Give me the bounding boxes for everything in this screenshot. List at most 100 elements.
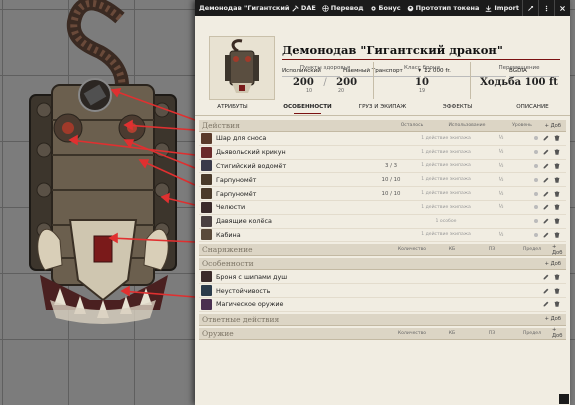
item-image[interactable] bbox=[201, 271, 212, 283]
edit-icon[interactable] bbox=[543, 288, 549, 294]
weapons-title: Оружие bbox=[202, 328, 234, 338]
hp-temp[interactable]: 10 bbox=[306, 89, 312, 94]
toggle-icon[interactable] bbox=[534, 136, 538, 141]
action-uses[interactable]: 3 / 3 bbox=[371, 163, 411, 169]
action-level: ½ bbox=[498, 204, 504, 211]
action-row[interactable]: Давящие колёса 1 особое bbox=[199, 215, 566, 229]
features-tab-content: Действия Осталось Использование Уровень … bbox=[199, 118, 566, 340]
item-image[interactable] bbox=[201, 285, 212, 297]
delete-icon[interactable] bbox=[554, 163, 560, 169]
item-image[interactable] bbox=[201, 201, 212, 213]
delete-icon[interactable] bbox=[554, 232, 560, 238]
more-button[interactable] bbox=[538, 0, 554, 16]
edit-icon[interactable] bbox=[543, 232, 549, 238]
edit-icon[interactable] bbox=[543, 274, 549, 280]
translate-button[interactable]: Перевод bbox=[319, 4, 367, 12]
action-name[interactable]: Гарпуномёт bbox=[212, 176, 371, 184]
action-name[interactable]: Давящие колёса bbox=[212, 217, 371, 225]
edit-icon[interactable] bbox=[543, 135, 549, 141]
action-row[interactable]: Гарпуномёт 10 / 10 1 действие экипажа ½ bbox=[199, 187, 566, 201]
action-row[interactable]: Дьявольский крикун 1 действие экипажа ½ bbox=[199, 146, 566, 160]
edit-icon[interactable] bbox=[543, 218, 549, 224]
action-name[interactable]: Челюсти bbox=[212, 203, 371, 211]
delete-icon[interactable] bbox=[554, 301, 560, 308]
actor-name[interactable]: Демонодав "Гигантский дракон" bbox=[282, 43, 503, 57]
add-reaction-button[interactable]: + Доб bbox=[545, 316, 566, 322]
item-image[interactable] bbox=[201, 174, 212, 186]
edit-icon[interactable] bbox=[543, 163, 549, 169]
toggle-icon[interactable] bbox=[534, 219, 538, 224]
add-equipment-button[interactable]: + Доб bbox=[552, 244, 567, 256]
feature-name[interactable]: Магическое оружие bbox=[212, 300, 466, 308]
delete-icon[interactable] bbox=[554, 190, 560, 197]
feature-row[interactable]: Неустойчивость bbox=[199, 284, 566, 298]
delete-icon[interactable] bbox=[554, 218, 560, 224]
ac-value[interactable]: 10 bbox=[374, 77, 470, 88]
action-row[interactable]: Кабина 1 действие экипажа ½ bbox=[199, 229, 566, 243]
item-image[interactable] bbox=[201, 132, 212, 144]
configure-button[interactable] bbox=[522, 0, 538, 16]
toggle-icon[interactable] bbox=[534, 150, 538, 155]
action-uses[interactable]: 10 / 10 bbox=[371, 177, 411, 183]
import-button[interactable]: Import bbox=[482, 4, 522, 12]
delete-icon[interactable] bbox=[554, 287, 560, 294]
edit-icon[interactable] bbox=[543, 177, 549, 183]
delete-icon[interactable] bbox=[554, 274, 560, 280]
add-weapon-button[interactable]: + Доб bbox=[552, 327, 567, 339]
feature-row[interactable]: Магическое оружие bbox=[199, 298, 566, 312]
edit-icon[interactable] bbox=[543, 204, 549, 210]
actor-portrait[interactable] bbox=[209, 36, 275, 100]
window-titlebar[interactable]: Демонодав "Гигантский дракон" DAE Перево… bbox=[195, 0, 570, 16]
toggle-icon[interactable] bbox=[534, 163, 538, 168]
edit-icon[interactable] bbox=[543, 149, 549, 155]
add-action-button[interactable]: + Доб bbox=[545, 123, 566, 129]
resize-handle[interactable] bbox=[559, 394, 569, 404]
delete-icon[interactable] bbox=[554, 204, 560, 211]
action-row[interactable]: Челюсти 1 действие экипажа ½ bbox=[199, 201, 566, 215]
item-image[interactable] bbox=[201, 229, 212, 241]
action-name[interactable]: Стигийский водомёт bbox=[212, 162, 371, 170]
toggle-icon[interactable] bbox=[534, 205, 538, 210]
toggle-icon[interactable] bbox=[534, 191, 538, 196]
action-level: ½ bbox=[498, 135, 504, 142]
action-uses[interactable]: 10 / 10 bbox=[371, 191, 411, 197]
item-image[interactable] bbox=[201, 146, 212, 158]
tab-effects[interactable]: ЭФФЕКТЫ bbox=[420, 101, 495, 115]
toggle-icon[interactable] bbox=[534, 232, 538, 237]
item-controls bbox=[534, 177, 566, 183]
tab-description[interactable]: ОПИСАНИЕ bbox=[495, 101, 570, 115]
action-row[interactable]: Стигийский водомёт 3 / 3 1 действие экипаж… bbox=[199, 160, 566, 174]
delete-icon[interactable] bbox=[554, 177, 560, 183]
hp-box: Пункты здоровья 200 / 200 10 20 bbox=[277, 62, 373, 99]
toggle-icon[interactable] bbox=[534, 177, 538, 182]
action-row[interactable]: Шар для сноса 1 действие экипажа ½ bbox=[199, 132, 566, 146]
item-image[interactable] bbox=[201, 188, 212, 200]
bonus-button[interactable]: Бонус bbox=[367, 4, 404, 12]
action-name[interactable]: Кабина bbox=[212, 231, 371, 239]
feature-row[interactable]: Броня с шипами душ bbox=[199, 270, 566, 285]
item-image[interactable] bbox=[201, 215, 212, 227]
movement-value[interactable]: Ходьба 100 ft bbox=[471, 77, 567, 88]
delete-icon[interactable] bbox=[554, 149, 560, 155]
add-feature-button[interactable]: + Доб bbox=[545, 261, 566, 267]
edit-icon[interactable] bbox=[543, 301, 549, 307]
token-button[interactable]: Прототип токена bbox=[404, 4, 483, 12]
edit-icon[interactable] bbox=[543, 191, 549, 197]
dae-button[interactable]: DAE bbox=[289, 4, 319, 12]
feature-name[interactable]: Неустойчивость bbox=[212, 287, 466, 295]
delete-icon[interactable] bbox=[554, 135, 560, 142]
tab-cargo-crew[interactable]: ГРУЗ И ЭКИПАЖ bbox=[345, 101, 420, 115]
action-name[interactable]: Гарпуномёт bbox=[212, 190, 371, 198]
hp-value[interactable]: 200 bbox=[293, 77, 314, 88]
close-button[interactable] bbox=[554, 0, 570, 16]
tab-features[interactable]: ОСОБЕННОСТИ bbox=[270, 101, 345, 115]
hp-max[interactable]: 200 bbox=[336, 77, 357, 88]
item-image[interactable] bbox=[201, 160, 212, 172]
action-name[interactable]: Дьявольский крикун bbox=[212, 148, 371, 156]
hp-tempmax[interactable]: 20 bbox=[338, 89, 344, 94]
action-name[interactable]: Шар для сноса bbox=[212, 134, 371, 142]
tab-attributes[interactable]: АТРИБУТЫ bbox=[195, 101, 270, 115]
item-image[interactable] bbox=[201, 298, 212, 310]
feature-name[interactable]: Броня с шипами душ bbox=[212, 273, 466, 281]
action-row[interactable]: Гарпуномёт 10 / 10 1 действие экипажа ½ bbox=[199, 173, 566, 188]
